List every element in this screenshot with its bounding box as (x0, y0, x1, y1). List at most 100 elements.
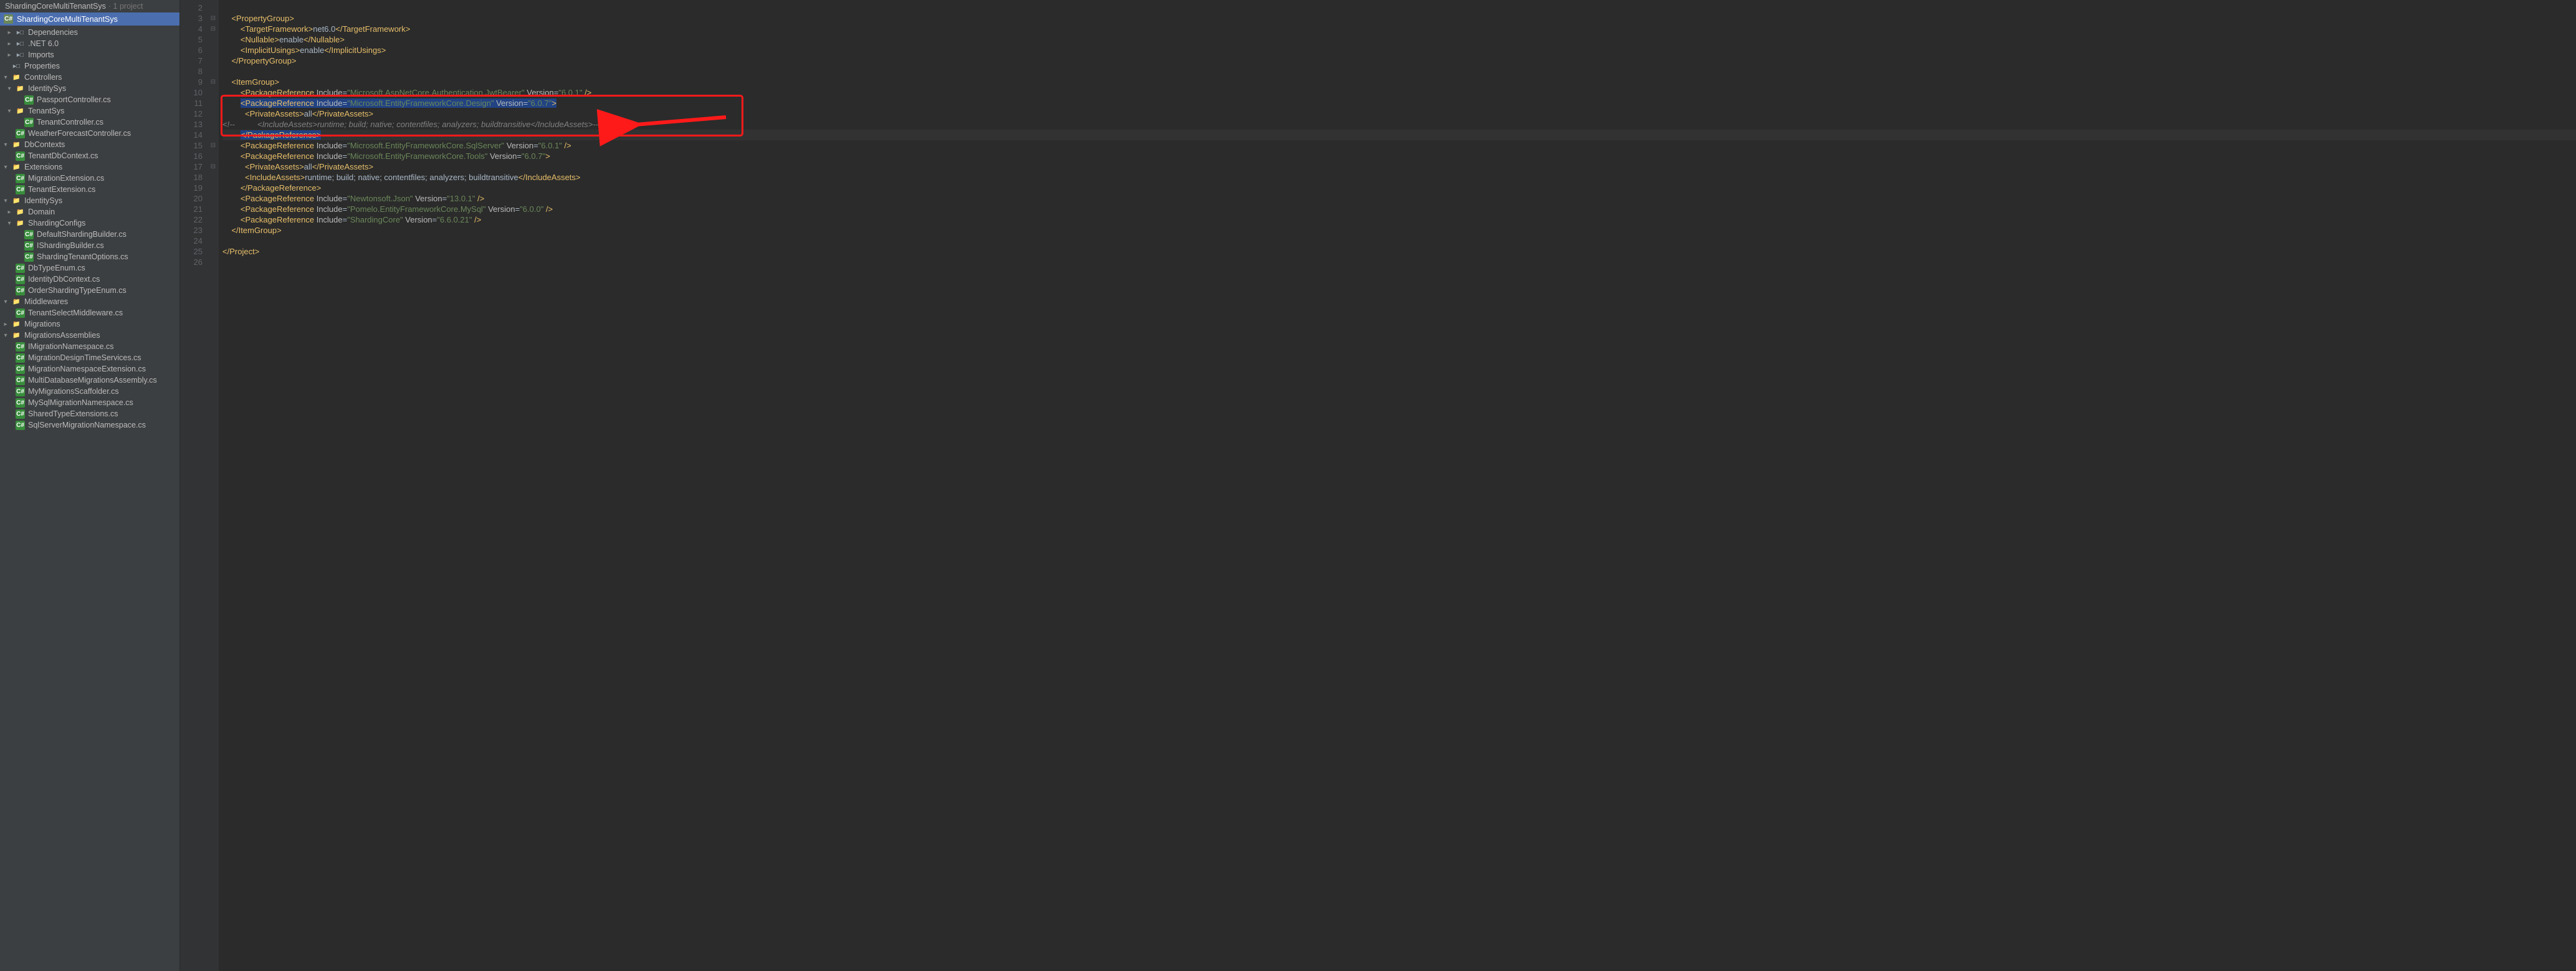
code-line[interactable]: <PackageReference Include="Newtonsoft.Js… (222, 193, 2576, 204)
fold-toggle[interactable] (208, 98, 219, 108)
tree-node[interactable]: C#MigrationNamespaceExtension.cs (0, 363, 179, 375)
tree-node[interactable]: ▸▸□Dependencies (0, 27, 179, 38)
tree-node[interactable]: ▾📁IdentitySys (0, 195, 179, 206)
file-tree[interactable]: ▸▸□Dependencies▸▸□.NET 6.0▸▸□Imports▸□Pr… (0, 26, 179, 971)
fold-toggle[interactable] (208, 246, 219, 257)
fold-toggle[interactable] (208, 66, 219, 77)
twisty-icon[interactable]: ▾ (2, 74, 9, 81)
tree-node[interactable]: ▾📁ShardingConfigs (0, 218, 179, 229)
code-line[interactable]: <PrivateAssets>all</PrivateAssets> (222, 161, 2576, 172)
twisty-icon[interactable]: ▾ (6, 220, 12, 227)
twisty-icon[interactable]: ▾ (2, 164, 9, 171)
fold-toggle[interactable] (208, 87, 219, 98)
code-line[interactable]: <IncludeAssets>runtime; build; native; c… (222, 172, 2576, 183)
tree-node[interactable]: ▾📁Middlewares (0, 296, 179, 307)
twisty-icon[interactable]: ▾ (6, 85, 12, 92)
twisty-icon[interactable]: ▸ (2, 321, 9, 328)
tree-node[interactable]: C#TenantSelectMiddleware.cs (0, 307, 179, 318)
fold-toggle[interactable] (208, 130, 219, 140)
tree-node[interactable]: ▸□Properties (0, 60, 179, 72)
tree-node[interactable]: ▾📁MigrationsAssemblies (0, 330, 179, 341)
code-line[interactable]: <TargetFramework>net6.0</TargetFramework… (222, 24, 2576, 34)
tree-node[interactable]: C#MultiDatabaseMigrationsAssembly.cs (0, 375, 179, 386)
fold-toggle[interactable] (208, 45, 219, 55)
fold-toggle[interactable] (208, 151, 219, 161)
code-line[interactable]: <PackageReference Include="ShardingCore"… (222, 214, 2576, 225)
code-line[interactable]: <PackageReference Include="Microsoft.Asp… (222, 87, 2576, 98)
tree-node[interactable]: ▸📁Domain (0, 206, 179, 218)
fold-toggle[interactable] (208, 108, 219, 119)
tree-node[interactable]: C#TenantController.cs (0, 117, 179, 128)
tree-node[interactable]: ▾📁DbContexts (0, 139, 179, 150)
twisty-icon[interactable]: ▸ (6, 41, 12, 47)
code-line[interactable]: <PrivateAssets>all</PrivateAssets> (222, 108, 2576, 119)
fold-toggle[interactable]: ⊟ (208, 161, 219, 172)
code-line[interactable] (222, 236, 2576, 246)
code-line[interactable] (222, 257, 2576, 267)
tree-node[interactable]: C#TenantDbContext.cs (0, 150, 179, 161)
fold-toggle[interactable]: ⊟ (208, 13, 219, 24)
code-area[interactable]: <PropertyGroup> <TargetFramework>net6.0<… (219, 0, 2576, 971)
fold-column[interactable]: ⊟⊟⊟⊟⊟ (208, 0, 219, 971)
code-line[interactable]: <Nullable>enable</Nullable> (222, 34, 2576, 45)
twisty-icon[interactable]: ▾ (2, 198, 9, 204)
solution-explorer[interactable]: ShardingCoreMultiTenantSys · 1 project C… (0, 0, 180, 971)
twisty-icon[interactable]: ▾ (2, 332, 9, 339)
fold-toggle[interactable] (208, 34, 219, 45)
solution-header[interactable]: ShardingCoreMultiTenantSys · 1 project (0, 0, 179, 12)
code-line[interactable] (222, 2, 2576, 13)
code-line[interactable]: <PackageReference Include="Microsoft.Ent… (222, 140, 2576, 151)
twisty-icon[interactable]: ▾ (2, 299, 9, 305)
tree-node[interactable]: C#SqlServerMigrationNamespace.cs (0, 419, 179, 431)
tree-node[interactable]: C#IMigrationNamespace.cs (0, 341, 179, 352)
tree-node[interactable]: ▾📁Controllers (0, 72, 179, 83)
fold-toggle[interactable] (208, 193, 219, 204)
tree-node[interactable]: C#MigrationDesignTimeServices.cs (0, 352, 179, 363)
fold-toggle[interactable]: ⊟ (208, 24, 219, 34)
tree-node[interactable]: C#DbTypeEnum.cs (0, 262, 179, 274)
tree-node[interactable]: C#IdentityDbContext.cs (0, 274, 179, 285)
tree-node[interactable]: C#TenantExtension.cs (0, 184, 179, 195)
code-line[interactable]: </ItemGroup> (222, 225, 2576, 236)
code-line[interactable]: <PackageReference Include="Microsoft.Ent… (222, 98, 2576, 108)
tree-node[interactable]: ▾📁TenantSys (0, 105, 179, 117)
twisty-icon[interactable]: ▾ (2, 141, 9, 148)
code-line[interactable]: <ItemGroup> (222, 77, 2576, 87)
tree-node[interactable]: C#OrderShardingTypeEnum.cs (0, 285, 179, 296)
tree-node[interactable]: ▾📁Extensions (0, 161, 179, 173)
tree-node[interactable]: C#MySqlMigrationNamespace.cs (0, 397, 179, 408)
code-line[interactable]: </PropertyGroup> (222, 55, 2576, 66)
code-line[interactable]: <ImplicitUsings>enable</ImplicitUsings> (222, 45, 2576, 55)
tree-node[interactable]: ▾📁IdentitySys (0, 83, 179, 94)
code-line[interactable] (222, 66, 2576, 77)
code-line[interactable]: <PackageReference Include="Microsoft.Ent… (222, 151, 2576, 161)
fold-toggle[interactable] (208, 204, 219, 214)
tree-node[interactable]: C#MyMigrationsScaffolder.cs (0, 386, 179, 397)
code-line[interactable]: <!-- <IncludeAssets>runtime; build; nati… (222, 119, 2576, 130)
tree-node[interactable]: ▸▸□.NET 6.0 (0, 38, 179, 49)
project-header-selected[interactable]: C# ShardingCoreMultiTenantSys (0, 12, 179, 26)
fold-toggle[interactable]: ⊟ (208, 77, 219, 87)
code-line[interactable]: </PackageReference> (222, 130, 2576, 140)
tree-node[interactable]: ▸📁Migrations (0, 318, 179, 330)
tree-node[interactable]: C#IShardingBuilder.cs (0, 240, 179, 251)
twisty-icon[interactable]: ▾ (6, 108, 12, 115)
fold-toggle[interactable] (208, 225, 219, 236)
code-line[interactable]: </Project> (222, 246, 2576, 257)
code-line[interactable]: <PropertyGroup> (222, 13, 2576, 24)
fold-toggle[interactable] (208, 257, 219, 267)
fold-toggle[interactable]: ⊟ (208, 140, 219, 151)
twisty-icon[interactable]: ▸ (6, 29, 12, 36)
fold-toggle[interactable] (208, 2, 219, 13)
tree-node[interactable]: C#MigrationExtension.cs (0, 173, 179, 184)
tree-node[interactable]: C#DefaultShardingBuilder.cs (0, 229, 179, 240)
tree-node[interactable]: C#PassportController.cs (0, 94, 179, 105)
fold-toggle[interactable] (208, 55, 219, 66)
code-editor[interactable]: 2345678910111213141516171819202122232425… (180, 0, 2576, 971)
twisty-icon[interactable]: ▸ (6, 209, 12, 216)
tree-node[interactable]: ▸▸□Imports (0, 49, 179, 60)
tree-node[interactable]: C#WeatherForecastController.cs (0, 128, 179, 139)
fold-toggle[interactable] (208, 236, 219, 246)
fold-toggle[interactable] (208, 172, 219, 183)
tree-node[interactable]: C#ShardingTenantOptions.cs (0, 251, 179, 262)
